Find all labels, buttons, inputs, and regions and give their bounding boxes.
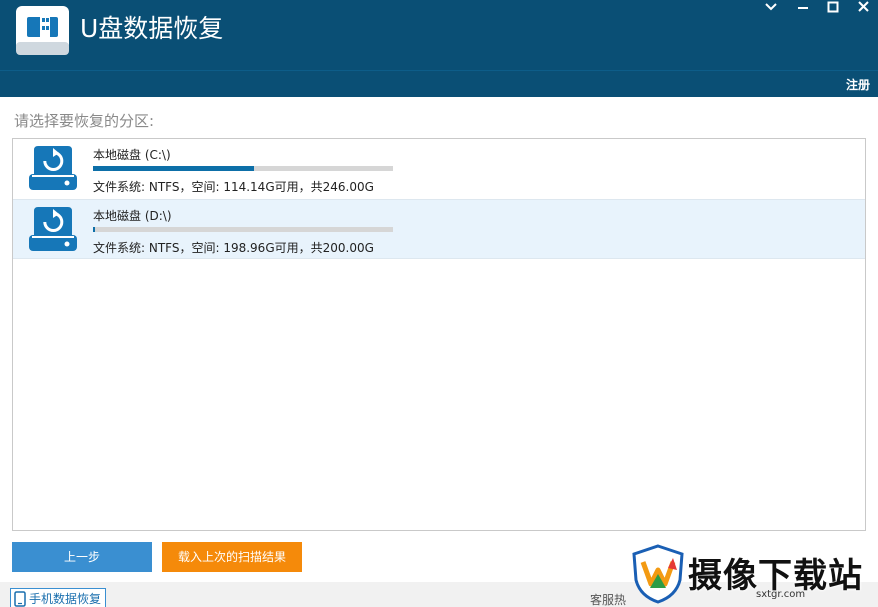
shield-logo-icon (632, 544, 684, 604)
phone-recovery-button[interactable]: 手机数据恢复 (10, 588, 107, 607)
section-label: 请选择要恢复的分区: (14, 112, 155, 130)
load-last-scan-button[interactable]: 载入上次的扫描结果 (162, 542, 302, 572)
register-bar: 注册 (0, 70, 878, 97)
maximize-icon (827, 1, 839, 13)
usage-bar (93, 166, 393, 171)
partition-item-c[interactable]: 本地磁盘 (C:\) 文件系统: NTFS，空间: 114.14G可用，共246… (13, 139, 865, 199)
site-watermark: 摄像下载站 sxtgr.com (628, 542, 878, 607)
watermark-url: sxtgr.com (756, 589, 806, 600)
usage-bar (93, 227, 393, 232)
close-button[interactable] (850, 0, 876, 16)
drive-name: 本地磁盘 (D:\) (93, 209, 172, 223)
drive-name: 本地磁盘 (C:\) (93, 148, 171, 162)
minimize-icon (798, 7, 808, 9)
usage-fill (93, 166, 254, 171)
minimize-button[interactable] (790, 0, 816, 16)
register-link[interactable]: 注册 (846, 76, 870, 93)
maximize-button[interactable] (820, 0, 846, 16)
drive-info: 文件系统: NTFS，空间: 114.14G可用，共246.00G (93, 180, 374, 194)
back-button[interactable]: 上一步 (12, 542, 152, 572)
hard-drive-restore-icon (29, 146, 77, 190)
usage-fill (93, 227, 95, 232)
app-title: U盘数据恢复 (80, 14, 224, 43)
usb-drive-logo-icon (16, 6, 69, 55)
hotline-label: 客服热 (590, 593, 627, 607)
title-bar: U盘数据恢复 (0, 0, 878, 70)
hard-drive-restore-icon (29, 207, 77, 251)
chevron-down-icon (765, 3, 777, 11)
drive-info: 文件系统: NTFS，空间: 198.96G可用，共200.00G (93, 241, 374, 255)
close-icon (858, 1, 869, 12)
phone-recovery-label: 手机数据恢复 (29, 592, 102, 606)
partition-item-d[interactable]: 本地磁盘 (D:\) 文件系统: NTFS，空间: 198.96G可用，共200… (13, 199, 865, 259)
menu-dropdown-button[interactable] (758, 0, 784, 16)
partition-list: 本地磁盘 (C:\) 文件系统: NTFS，空间: 114.14G可用，共246… (12, 138, 866, 531)
phone-icon (14, 591, 26, 607)
